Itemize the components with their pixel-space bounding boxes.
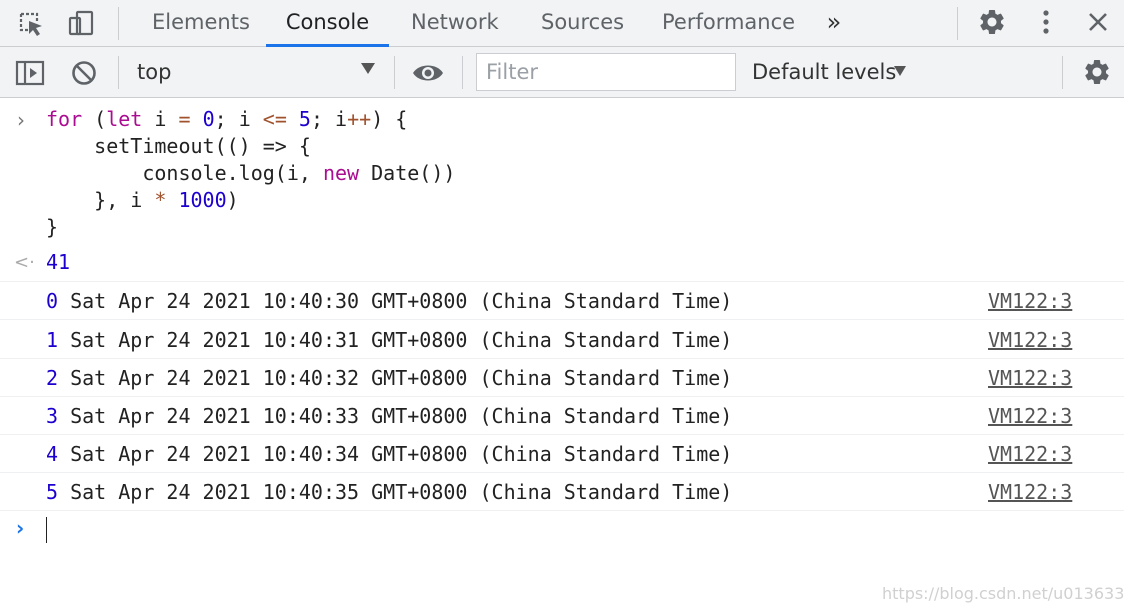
log-row: 2 Sat Apr 24 2021 10:40:32 GMT+0800 (Chi… <box>0 359 1124 397</box>
gear-icon[interactable] <box>976 6 1008 38</box>
sidebar-toggle-icon[interactable] <box>14 58 46 88</box>
filter-input[interactable] <box>476 53 736 91</box>
close-icon[interactable] <box>1084 8 1112 36</box>
log-row: 5 Sat Apr 24 2021 10:40:35 GMT+0800 (Chi… <box>0 473 1124 511</box>
log-message: 2 Sat Apr 24 2021 10:40:32 GMT+0800 (Chi… <box>46 366 733 390</box>
source-link[interactable]: VM122:3 <box>988 289 1072 313</box>
tab-performance[interactable]: Performance <box>662 0 795 47</box>
kebab-menu-icon[interactable] <box>1032 8 1060 36</box>
toolbar-separator-1 <box>118 56 119 89</box>
context-selector[interactable]: top <box>137 60 171 84</box>
console-input-caret[interactable] <box>46 517 47 543</box>
device-toolbar-icon[interactable] <box>66 8 98 40</box>
tab-console[interactable]: Console <box>266 0 389 47</box>
toolbar-separator-2 <box>394 56 395 89</box>
log-row: 1 Sat Apr 24 2021 10:40:31 GMT+0800 (Chi… <box>0 321 1124 359</box>
code-line-3: console.log(i, new Date()) <box>46 161 456 185</box>
input-chevron-icon: › <box>17 108 25 132</box>
code-line-5: } <box>46 215 59 239</box>
return-arrow-icon: <· <box>14 252 35 273</box>
source-link[interactable]: VM122:3 <box>988 442 1072 466</box>
tab-sources[interactable]: Sources <box>541 0 624 47</box>
log-row: 3 Sat Apr 24 2021 10:40:33 GMT+0800 (Chi… <box>0 397 1124 435</box>
return-value[interactable]: 41 <box>46 250 70 274</box>
log-message: 3 Sat Apr 24 2021 10:40:33 GMT+0800 (Chi… <box>46 404 733 428</box>
code-line-1: for (let i = 0; i <= 5; i++) { <box>46 107 408 131</box>
log-message: 5 Sat Apr 24 2021 10:40:35 GMT+0800 (Chi… <box>46 480 733 504</box>
tab-elements[interactable]: Elements <box>152 0 250 47</box>
log-row: 0 Sat Apr 24 2021 10:40:30 GMT+0800 (Chi… <box>0 282 1124 320</box>
log-row: 4 Sat Apr 24 2021 10:40:34 GMT+0800 (Chi… <box>0 435 1124 473</box>
log-message: 4 Sat Apr 24 2021 10:40:34 GMT+0800 (Chi… <box>46 442 733 466</box>
more-tabs-icon[interactable]: » <box>820 8 848 36</box>
devtools-tabbar: Elements Console Network Sources Perform… <box>0 0 1124 47</box>
source-link[interactable]: VM122:3 <box>988 366 1072 390</box>
source-link[interactable]: VM122:3 <box>988 480 1072 504</box>
toolbar-separator-4 <box>1062 56 1063 89</box>
prompt-chevron-icon: › <box>16 516 25 540</box>
tabbar-separator <box>118 7 119 40</box>
code-line-2: setTimeout(() => { <box>46 134 311 158</box>
source-link[interactable]: VM122:3 <box>988 328 1072 352</box>
source-link[interactable]: VM122:3 <box>988 404 1072 428</box>
console-settings-gear-icon[interactable] <box>1081 56 1113 88</box>
code-line-4: }, i * 1000) <box>46 188 239 212</box>
log-message: 1 Sat Apr 24 2021 10:40:31 GMT+0800 (Chi… <box>46 328 733 352</box>
log-message: 0 Sat Apr 24 2021 10:40:30 GMT+0800 (Chi… <box>46 289 733 313</box>
clear-console-icon[interactable] <box>69 58 99 88</box>
log-levels-arrow-icon[interactable] <box>894 66 906 76</box>
watermark: https://blog.csdn.net/u013633921 <box>882 584 1124 603</box>
toolbar-separator-3 <box>462 56 463 89</box>
code-block: for (let i = 0; i <= 5; i++) { setTimeou… <box>46 106 455 241</box>
inspect-element-icon[interactable] <box>15 8 47 40</box>
tabbar-separator-right <box>957 7 958 40</box>
log-levels-dropdown[interactable]: Default levels <box>752 60 896 84</box>
eye-icon[interactable] <box>410 58 446 88</box>
context-dropdown-arrow-icon[interactable] <box>361 63 375 74</box>
tab-network[interactable]: Network <box>411 0 499 47</box>
